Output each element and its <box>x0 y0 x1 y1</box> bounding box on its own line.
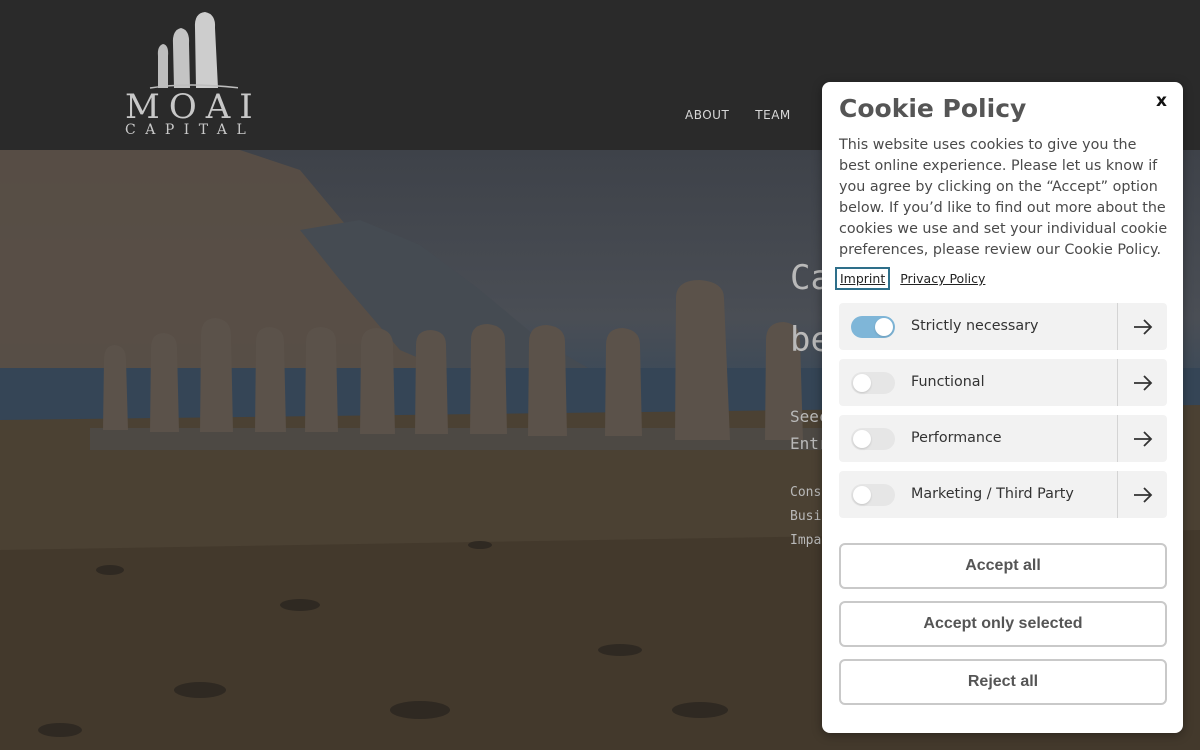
cookie-category-strictly-necessary: Strictly necessary <box>839 303 1167 350</box>
cookie-dialog-title: Cookie Policy <box>839 94 1027 123</box>
toggle-knob <box>853 430 871 448</box>
performance-toggle[interactable] <box>851 428 895 450</box>
hero-list-item: Impa <box>790 533 822 548</box>
strictly-necessary-toggle[interactable] <box>851 316 895 338</box>
cookie-category-performance: Performance <box>839 415 1167 462</box>
cookie-category-functional: Functional <box>839 359 1167 406</box>
cookie-links: Imprint Privacy Policy <box>835 267 985 290</box>
hero-list-item: Cons <box>790 485 822 500</box>
accept-selected-button[interactable]: Accept only selected <box>839 601 1167 647</box>
moai-statues-icon <box>149 12 238 89</box>
accept-all-button[interactable]: Accept all <box>839 543 1167 589</box>
logo-wordmark: MOAI <box>125 87 262 127</box>
hero-list-item: Busi <box>790 509 822 524</box>
nav-item-team[interactable]: TEAM <box>755 108 790 122</box>
arrow-right-icon[interactable] <box>1118 415 1167 462</box>
cookie-category-list: Strictly necessary Functional Performanc… <box>839 303 1167 527</box>
reject-all-button[interactable]: Reject all <box>839 659 1167 705</box>
privacy-policy-link[interactable]: Privacy Policy <box>900 271 985 286</box>
cookie-category-label: Marketing / Third Party <box>911 486 1074 502</box>
cookie-category-label: Performance <box>911 430 1002 446</box>
nav-item-about[interactable]: ABOUT <box>685 108 729 122</box>
close-button[interactable]: x <box>1150 90 1173 112</box>
moai-capital-logo[interactable]: MOAI CAPITAL <box>120 10 260 140</box>
marketing-toggle[interactable] <box>851 484 895 506</box>
cookie-category-label: Strictly necessary <box>911 318 1039 334</box>
functional-toggle[interactable] <box>851 372 895 394</box>
cookie-policy-dialog: x Cookie Policy This website uses cookie… <box>822 82 1183 733</box>
toggle-knob <box>853 486 871 504</box>
toggle-knob <box>875 318 893 336</box>
imprint-link[interactable]: Imprint <box>835 267 891 290</box>
cookie-dialog-text: This website uses cookies to give you th… <box>839 137 1168 258</box>
arrow-right-icon[interactable] <box>1118 303 1167 350</box>
arrow-right-icon[interactable] <box>1118 471 1167 518</box>
logo-subtitle: CAPITAL <box>125 122 256 138</box>
cookie-category-label: Functional <box>911 374 985 390</box>
main-nav: ABOUT TEAM <box>685 108 791 122</box>
cookie-category-marketing: Marketing / Third Party <box>839 471 1167 518</box>
arrow-right-icon[interactable] <box>1118 359 1167 406</box>
toggle-knob <box>853 374 871 392</box>
